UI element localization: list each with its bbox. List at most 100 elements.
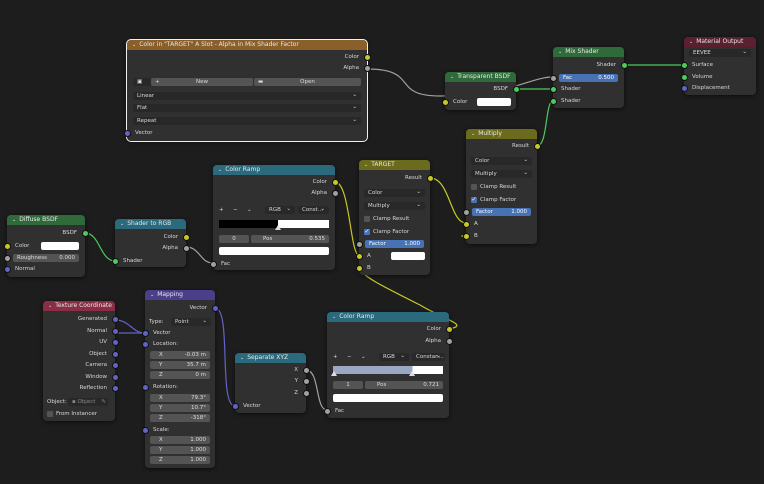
output-window-socket[interactable] — [112, 374, 119, 381]
add-stop-button[interactable]: + — [333, 354, 338, 360]
collapse-chevron-icon[interactable]: ⌄ — [332, 312, 336, 322]
interpolation-select[interactable]: Linear — [133, 91, 361, 100]
collapse-chevron-icon[interactable]: ⌄ — [558, 47, 562, 57]
output-vector-socket[interactable] — [212, 305, 219, 312]
mapping-node[interactable]: ⌄Mapping Vector Type: Point Vector Locati… — [142, 290, 219, 468]
collapse-chevron-icon[interactable]: ⌄ — [471, 129, 475, 139]
input-fac-socket[interactable] — [550, 75, 557, 82]
separate-xyz-node[interactable]: ⌄ Separate XYZ X Y Z Vector — [232, 353, 310, 413]
input-vector-socket[interactable] — [124, 130, 131, 137]
ramp-stop-handle-active[interactable] — [409, 371, 415, 376]
stop-position-field[interactable]: Pos 0.535 — [251, 235, 329, 243]
output-bsdf-socket[interactable] — [82, 230, 89, 237]
output-z-socket[interactable] — [303, 390, 310, 397]
factor-slider[interactable]: Factor 1.000 — [365, 240, 424, 248]
output-reflection-socket[interactable] — [112, 385, 119, 392]
input-factor-socket[interactable] — [356, 241, 363, 248]
scale-z-field[interactable]: Z 1.000 — [150, 456, 210, 464]
remove-stop-button[interactable]: − — [347, 354, 352, 360]
rotation-x-field[interactable]: X 79.3° — [150, 394, 210, 402]
output-generated-socket[interactable] — [112, 316, 119, 323]
shader-to-rgb-node[interactable]: ⌄ Shader to RGB Color Alpha Shader — [112, 219, 190, 267]
active-stop-index[interactable]: 0 — [219, 235, 249, 243]
rotation-y-field[interactable]: Y 10.7° — [150, 404, 210, 412]
input-shader-socket[interactable] — [112, 258, 119, 265]
input-shader2-socket[interactable] — [550, 98, 557, 105]
output-x-socket[interactable] — [303, 367, 310, 374]
mix-shader-header[interactable]: ⌄ Mix Shader — [553, 47, 624, 57]
collapse-chevron-icon[interactable]: ⌄ — [218, 165, 222, 175]
output-alpha-socket[interactable] — [446, 338, 453, 345]
texture-coordinate-header[interactable]: ⌄ Texture Coordinate — [43, 301, 115, 311]
color-mode-select[interactable]: RGB — [265, 205, 295, 214]
ramp-menu-chevron-icon[interactable]: ⌄ — [247, 207, 252, 213]
input-a-socket[interactable] — [463, 221, 470, 228]
transparent-bsdf-node[interactable]: ⌄ Transparent BSDF BSDF Color — [442, 72, 520, 110]
image-texture-node[interactable]: ⌄ Color in "TARGET" A Slot - Alpha in Mix… — [124, 39, 371, 142]
ramp-stop-handle-left[interactable] — [331, 371, 337, 376]
input-surface-socket[interactable] — [681, 62, 688, 69]
input-color-socket[interactable] — [4, 243, 11, 250]
fac-slider[interactable]: Fac 0.500 — [559, 74, 618, 82]
input-vector-socket[interactable] — [232, 403, 239, 410]
roughness-field[interactable]: Roughness 0.000 — [13, 254, 79, 262]
collapse-chevron-icon[interactable]: ⌄ — [48, 301, 52, 311]
stop-color-swatch[interactable] — [333, 394, 443, 402]
input-b-socket[interactable] — [356, 265, 363, 272]
multiply-node[interactable]: ⌄Multiply Result Color Multiply Clamp Re… — [463, 129, 541, 244]
color-ramp-gradient[interactable] — [333, 366, 443, 374]
image-texture-header[interactable]: ⌄ Color in "TARGET" A Slot - Alpha in Mix… — [127, 40, 367, 50]
input-location-socket[interactable] — [142, 341, 149, 348]
input-volume-socket[interactable] — [681, 74, 688, 81]
output-color-socket[interactable] — [446, 326, 453, 333]
render-target-select[interactable]: EEVEE — [689, 48, 751, 57]
input-color-socket[interactable] — [442, 99, 449, 106]
collapse-chevron-icon[interactable]: ⌄ — [150, 290, 154, 300]
output-alpha-socket[interactable] — [183, 245, 190, 252]
clamp-factor-checkbox[interactable] — [364, 227, 370, 237]
input-vector-socket[interactable] — [142, 330, 149, 337]
scale-y-field[interactable]: Y 1.000 — [150, 446, 210, 454]
factor-slider[interactable]: Factor 1.000 — [472, 208, 531, 216]
eyedropper-icon[interactable]: ✎ — [101, 398, 106, 406]
output-uv-socket[interactable] — [112, 339, 119, 346]
shader-to-rgb-header[interactable]: ⌄ Shader to RGB — [115, 219, 186, 229]
output-bsdf-socket[interactable] — [513, 86, 520, 93]
material-output-header[interactable]: ⌄ Material Output — [684, 37, 756, 47]
data-type-select[interactable]: Color — [364, 188, 425, 197]
input-rotation-socket[interactable] — [142, 384, 149, 391]
separate-xyz-header[interactable]: ⌄ Separate XYZ — [235, 353, 306, 363]
output-object-socket[interactable] — [112, 351, 119, 358]
color-ramp-header[interactable]: ⌄ Color Ramp — [327, 312, 449, 322]
a-color-swatch[interactable] — [391, 252, 425, 260]
output-color-socket[interactable] — [183, 234, 190, 241]
clamp-result-checkbox[interactable] — [471, 184, 477, 190]
multiply-header[interactable]: ⌄ Multiply — [466, 129, 537, 139]
material-output-node[interactable]: ⌄Material Output EEVEE Surface Volume Di… — [681, 37, 756, 95]
input-fac-socket[interactable] — [324, 408, 331, 415]
location-z-field[interactable]: Z 0 m — [150, 371, 210, 379]
mapping-header[interactable]: ⌄ Mapping — [145, 290, 215, 300]
collapse-chevron-icon[interactable]: ⌄ — [689, 37, 693, 47]
extension-select[interactable]: Repeat — [133, 116, 361, 125]
interpolation-select[interactable]: Constan... — [412, 352, 445, 361]
new-image-button[interactable]: + New — [151, 78, 253, 86]
color-swatch[interactable] — [477, 98, 511, 106]
color-mode-select[interactable]: RGB — [379, 352, 409, 361]
input-roughness-socket[interactable] — [4, 255, 11, 262]
input-fac-socket[interactable] — [210, 261, 217, 268]
transparent-bsdf-header[interactable]: ⌄ Transparent BSDF — [445, 72, 516, 82]
rotation-z-field[interactable]: Z -318° — [150, 414, 210, 422]
target-header[interactable]: ⌄ TARGET — [359, 160, 430, 170]
output-alpha-socket[interactable] — [364, 65, 371, 72]
output-color-socket[interactable] — [332, 179, 339, 186]
location-x-field[interactable]: X -0.03 m — [150, 351, 210, 359]
interpolation-select[interactable]: Const... — [298, 205, 329, 214]
diffuse-bsdf-node[interactable]: ⌄ Diffuse BSDF BSDF Color Roughness 0.000 … — [4, 215, 89, 277]
projection-select[interactable]: Flat — [133, 103, 361, 112]
active-stop-index[interactable]: 1 — [333, 381, 363, 389]
scale-x-field[interactable]: X 1.000 — [150, 436, 210, 444]
color-ramp-node-1[interactable]: ⌄Color Ramp Color Alpha + − ⌄ RGB Const.… — [210, 165, 339, 270]
image-browse-button[interactable]: ▣ — [133, 78, 151, 86]
add-stop-button[interactable]: + — [219, 207, 224, 213]
